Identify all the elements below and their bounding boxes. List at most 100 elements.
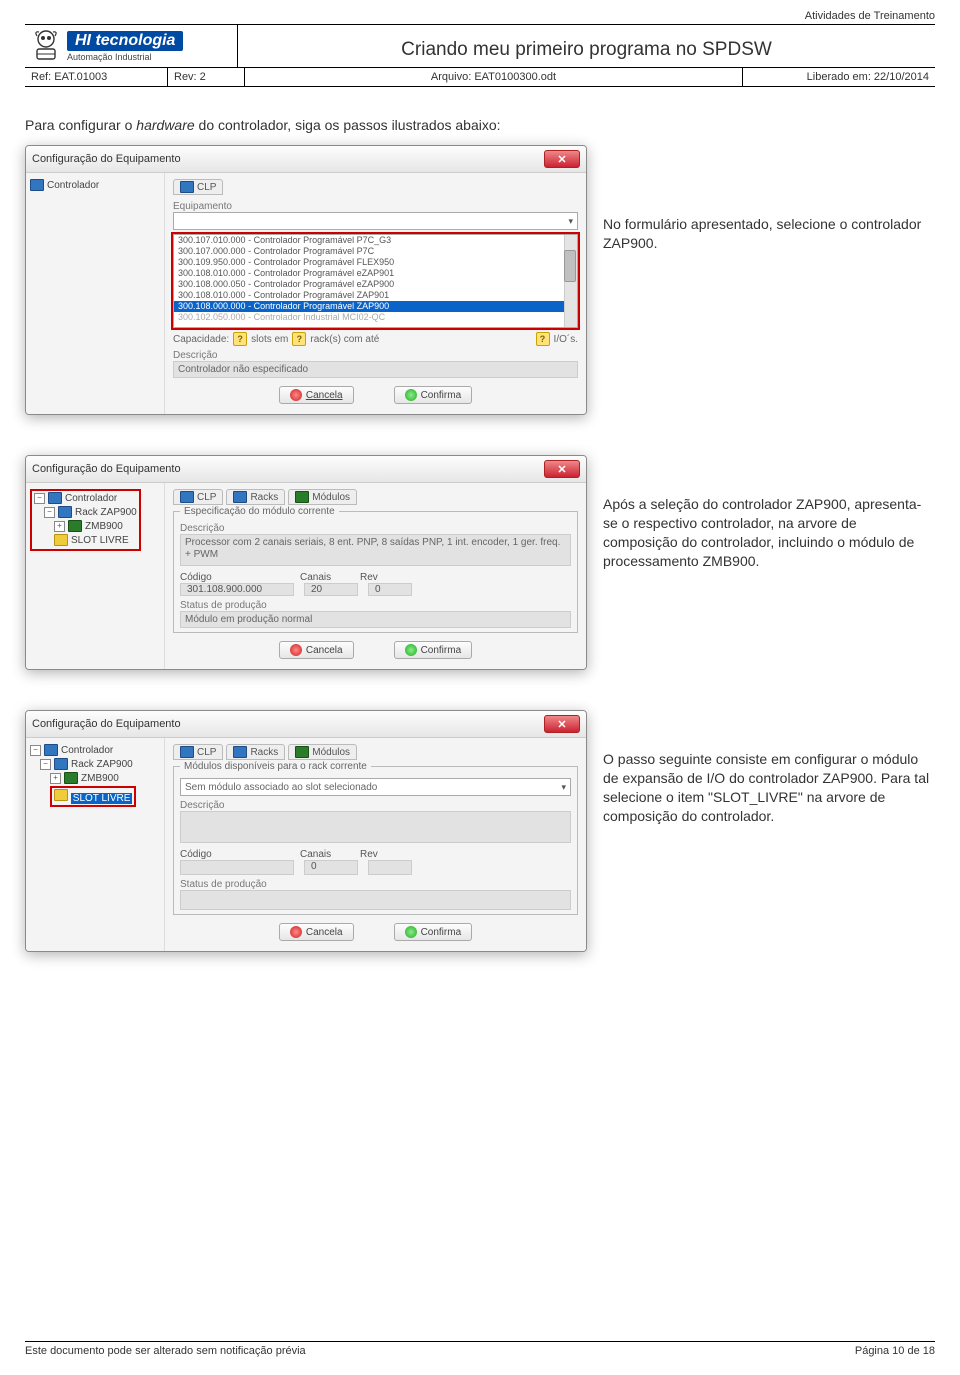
brand-name: HI tecnologia	[67, 31, 183, 51]
help-icon: ?	[292, 332, 306, 346]
tab-clp[interactable]: CLP	[173, 179, 223, 195]
meta-ref: Ref: EAT.01003	[25, 68, 168, 86]
tab-racks[interactable]: Racks	[226, 744, 285, 760]
modulos-icon	[295, 491, 309, 503]
clp-icon	[180, 746, 194, 758]
controller-icon	[44, 744, 58, 756]
list-item[interactable]: 300.108.000.050 - Controlador Programáve…	[174, 279, 577, 290]
list-item[interactable]: 300.109.950.000 - Controlador Programáve…	[174, 257, 577, 268]
step-3-row: Configuração do Equipamento ✕ −Controlad…	[25, 710, 935, 952]
racks-icon	[233, 746, 247, 758]
channels-value: 20	[304, 583, 358, 596]
help-icon: ?	[536, 332, 550, 346]
collapse-icon[interactable]: −	[44, 507, 55, 518]
close-icon[interactable]: ✕	[544, 460, 580, 478]
controller-icon	[30, 179, 44, 191]
equip-listbox[interactable]: 300.107.010.000 - Controlador Programáve…	[173, 234, 578, 328]
module-icon	[68, 520, 82, 532]
list-item[interactable]: 300.108.010.000 - Controlador Programáve…	[174, 290, 577, 301]
tab-modulos[interactable]: Módulos	[288, 744, 357, 760]
expand-icon[interactable]: +	[50, 773, 61, 784]
dialog-1-titlebar: Configuração do Equipamento ✕	[26, 146, 586, 173]
cancel-button[interactable]: Cancela	[279, 923, 354, 941]
controller-icon	[48, 492, 62, 504]
list-item[interactable]: 300.108.010.000 - Controlador Programáve…	[174, 268, 577, 279]
scrollbar-thumb[interactable]	[564, 250, 576, 282]
fieldset-avail: Módulos disponíveis para o rack corrente…	[173, 766, 578, 915]
step-2-note: Após a seleção do controlador ZAP900, ap…	[603, 495, 935, 571]
tree-slot-selected[interactable]: SLOT LIVRE	[71, 793, 133, 804]
brand-cell: HI tecnologia Automação Industrial	[25, 25, 238, 67]
tab-racks[interactable]: Racks	[226, 489, 285, 505]
page-container: Atividades de Treinamento HI tecnologia …	[0, 0, 960, 1375]
help-icon: ?	[233, 332, 247, 346]
dialog-2-tree: −Controlador −Rack ZAP900 +ZMB900 SLOT L…	[26, 483, 165, 669]
list-item[interactable]: 300.107.000.000 - Controlador Programáve…	[174, 246, 577, 257]
confirm-button[interactable]: Confirma	[394, 923, 473, 941]
modulos-icon	[295, 746, 309, 758]
company-logo-icon	[31, 29, 61, 63]
collapse-icon[interactable]: −	[40, 759, 51, 770]
dialog-2-title: Configuração do Equipamento	[32, 463, 181, 475]
intro-italic: hardware	[136, 117, 194, 133]
footer-left: Este documento pode ser alterado sem not…	[25, 1345, 306, 1357]
doc-header: HI tecnologia Automação Industrial Crian…	[25, 24, 935, 68]
fieldset-spec: Especificação do módulo corrente Descriç…	[173, 511, 578, 633]
dialog-3-tree: −Controlador −Rack ZAP900 +ZMB900 SLOT L…	[26, 738, 165, 951]
module-icon	[64, 772, 78, 784]
list-item[interactable]: 300.102.050.000 - Controlador Industrial…	[174, 312, 577, 323]
confirm-icon	[405, 926, 417, 938]
confirm-icon	[405, 644, 417, 656]
tab-clp[interactable]: CLP	[173, 744, 223, 760]
cancel-button[interactable]: Cancela	[279, 641, 354, 659]
desc-value: Processor com 2 canais seriais, 8 ent. P…	[180, 534, 571, 566]
dialog-2: Configuração do Equipamento ✕ −Controlad…	[25, 455, 587, 670]
cancel-icon	[290, 926, 302, 938]
desc-value: Controlador não especificado	[173, 361, 578, 378]
expand-icon[interactable]: +	[54, 521, 65, 532]
tree-root[interactable]: Controlador	[47, 180, 99, 191]
list-item[interactable]: 300.107.010.000 - Controlador Programáve…	[174, 235, 577, 246]
brand-subtitle: Automação Industrial	[67, 52, 183, 62]
cancel-icon	[290, 644, 302, 656]
scrollbar[interactable]	[564, 235, 577, 327]
slot-icon	[54, 789, 68, 801]
desc-value	[180, 811, 571, 843]
code-value	[180, 860, 294, 875]
list-item-selected[interactable]: 300.108.000.000 - Controlador Programáve…	[174, 301, 577, 312]
label-equipamento: Equipamento	[173, 201, 578, 212]
doc-title: Criando meu primeiro programa no SPDSW	[238, 25, 935, 67]
equip-combo[interactable]: ▾	[173, 212, 578, 230]
activity-label: Atividades de Treinamento	[25, 10, 935, 22]
chevron-down-icon: ▾	[561, 782, 566, 793]
cancel-button[interactable]: Cancela	[279, 386, 354, 404]
confirm-button[interactable]: Confirma	[394, 386, 473, 404]
label-descricao: Descrição	[173, 350, 578, 361]
prod-status	[180, 890, 571, 910]
clp-icon	[180, 181, 194, 193]
intro-paragraph: Para configurar o hardware do controlado…	[25, 117, 935, 133]
close-icon[interactable]: ✕	[544, 715, 580, 733]
close-icon[interactable]: ✕	[544, 150, 580, 168]
slot-module-combo[interactable]: Sem módulo associado ao slot selecionado…	[180, 778, 571, 796]
rev-value	[368, 860, 412, 875]
confirm-button[interactable]: Confirma	[394, 641, 473, 659]
dialog-1: Configuração do Equipamento ✕ Controlado…	[25, 145, 587, 415]
rev-value: 0	[368, 583, 412, 596]
intro-after: do controlador, siga os passos ilustrado…	[195, 117, 501, 133]
step-1-row: Configuração do Equipamento ✕ Controlado…	[25, 145, 935, 415]
tab-clp[interactable]: CLP	[173, 489, 223, 505]
collapse-icon[interactable]: −	[30, 745, 41, 756]
clp-icon	[180, 491, 194, 503]
dialog-3-title: Configuração do Equipamento	[32, 718, 181, 730]
intro-before: Para configurar o	[25, 117, 136, 133]
prod-status: Módulo em produção normal	[180, 611, 571, 628]
collapse-icon[interactable]: −	[34, 493, 45, 504]
capacity-row: Capacidade: ? slots em ? rack(s) com até…	[173, 332, 578, 346]
cancel-icon	[290, 389, 302, 401]
step-3-note: O passo seguinte consiste em configurar …	[603, 750, 935, 826]
slot-icon	[54, 534, 68, 546]
rack-icon	[58, 506, 72, 518]
tab-modulos[interactable]: Módulos	[288, 489, 357, 505]
step-2-row: Configuração do Equipamento ✕ −Controlad…	[25, 455, 935, 670]
